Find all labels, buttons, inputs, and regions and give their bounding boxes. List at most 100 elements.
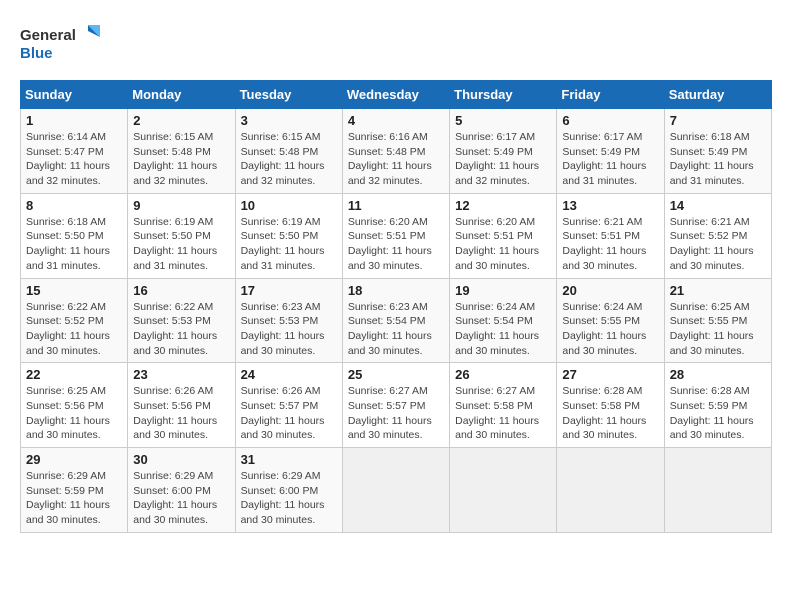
header-wednesday: Wednesday — [342, 81, 449, 109]
day-info: Sunrise: 6:27 AM Sunset: 5:57 PM Dayligh… — [348, 384, 444, 443]
day-info: Sunrise: 6:29 AM Sunset: 5:59 PM Dayligh… — [26, 469, 122, 528]
calendar-cell: 20Sunrise: 6:24 AM Sunset: 5:55 PM Dayli… — [557, 278, 664, 363]
day-number: 6 — [562, 113, 658, 128]
calendar-cell: 24Sunrise: 6:26 AM Sunset: 5:57 PM Dayli… — [235, 363, 342, 448]
day-info: Sunrise: 6:22 AM Sunset: 5:53 PM Dayligh… — [133, 300, 229, 359]
calendar-cell: 5 Sunrise: 6:17 AM Sunset: 5:49 PM Daylig… — [450, 109, 557, 194]
day-number: 13 — [562, 198, 658, 213]
day-number: 20 — [562, 283, 658, 298]
day-info: Sunrise: 6:16 AM Sunset: 5:48 PM Dayligh… — [348, 130, 444, 189]
calendar-cell: 12 Sunrise: 6:20 AM Sunset: 5:51 PM Dayli… — [450, 193, 557, 278]
day-info: Sunrise: 6:20 AM Sunset: 5:51 PM Dayligh… — [455, 215, 551, 274]
day-info: Sunrise: 6:18 AM Sunset: 5:50 PM Dayligh… — [26, 215, 122, 274]
day-info: Sunrise: 6:29 AM Sunset: 6:00 PM Dayligh… — [241, 469, 337, 528]
calendar-cell: 7 Sunrise: 6:18 AM Sunset: 5:49 PM Daylig… — [664, 109, 771, 194]
day-info: Sunrise: 6:20 AM Sunset: 5:51 PM Dayligh… — [348, 215, 444, 274]
calendar-cell: 19 Sunrise: 6:24 AM Sunset: 5:54 PM Dayli… — [450, 278, 557, 363]
day-number: 5 — [455, 113, 551, 128]
day-info: Sunrise: 6:29 AM Sunset: 6:00 PM Dayligh… — [133, 469, 229, 528]
week-row-1: 1 Sunrise: 6:14 AM Sunset: 5:47 PM Daylig… — [21, 109, 772, 194]
header-thursday: Thursday — [450, 81, 557, 109]
calendar-cell: 18 Sunrise: 6:23 AM Sunset: 5:54 PM Dayli… — [342, 278, 449, 363]
day-number: 4 — [348, 113, 444, 128]
calendar-cell: 13 Sunrise: 6:21 AM Sunset: 5:51 PM Dayli… — [557, 193, 664, 278]
calendar-cell: 21 Sunrise: 6:25 AM Sunset: 5:55 PM Dayli… — [664, 278, 771, 363]
day-number: 12 — [455, 198, 551, 213]
day-number: 18 — [348, 283, 444, 298]
week-row-5: 29 Sunrise: 6:29 AM Sunset: 5:59 PM Dayli… — [21, 448, 772, 533]
calendar-cell: 28 Sunrise: 6:28 AM Sunset: 5:59 PM Dayli… — [664, 363, 771, 448]
day-number: 28 — [670, 367, 766, 382]
day-number: 26 — [455, 367, 551, 382]
day-info: Sunrise: 6:27 AM Sunset: 5:58 PM Dayligh… — [455, 384, 551, 443]
calendar-cell: 17 Sunrise: 6:23 AM Sunset: 5:53 PM Dayli… — [235, 278, 342, 363]
week-row-2: 8 Sunrise: 6:18 AM Sunset: 5:50 PM Daylig… — [21, 193, 772, 278]
day-info: Sunrise: 6:19 AM Sunset: 5:50 PM Dayligh… — [133, 215, 229, 274]
day-number: 1 — [26, 113, 122, 128]
calendar-cell: 23 Sunrise: 6:26 AM Sunset: 5:56 PM Dayli… — [128, 363, 235, 448]
day-info: Sunrise: 6:26 AM Sunset: 5:56 PM Dayligh… — [133, 384, 229, 443]
calendar-cell — [450, 448, 557, 533]
day-number: 27 — [562, 367, 658, 382]
calendar-cell: 2 Sunrise: 6:15 AM Sunset: 5:48 PM Daylig… — [128, 109, 235, 194]
day-number: 30 — [133, 452, 229, 467]
day-info: Sunrise: 6:21 AM Sunset: 5:51 PM Dayligh… — [562, 215, 658, 274]
day-info: Sunrise: 6:22 AM Sunset: 5:52 PM Dayligh… — [26, 300, 122, 359]
calendar-cell: 10Sunrise: 6:19 AM Sunset: 5:50 PM Dayli… — [235, 193, 342, 278]
day-info: Sunrise: 6:15 AM Sunset: 5:48 PM Dayligh… — [133, 130, 229, 189]
days-header-row: Sunday Monday Tuesday Wednesday Thursday… — [21, 81, 772, 109]
calendar-cell: 4 Sunrise: 6:16 AM Sunset: 5:48 PM Daylig… — [342, 109, 449, 194]
logo-svg: General Blue — [20, 20, 100, 70]
calendar-cell — [664, 448, 771, 533]
day-number: 22 — [26, 367, 122, 382]
day-info: Sunrise: 6:17 AM Sunset: 5:49 PM Dayligh… — [455, 130, 551, 189]
day-info: Sunrise: 6:28 AM Sunset: 5:59 PM Dayligh… — [670, 384, 766, 443]
day-number: 29 — [26, 452, 122, 467]
day-info: Sunrise: 6:23 AM Sunset: 5:54 PM Dayligh… — [348, 300, 444, 359]
calendar-cell: 25Sunrise: 6:27 AM Sunset: 5:57 PM Dayli… — [342, 363, 449, 448]
header-monday: Monday — [128, 81, 235, 109]
calendar-cell: 26 Sunrise: 6:27 AM Sunset: 5:58 PM Dayli… — [450, 363, 557, 448]
calendar-cell: 9Sunrise: 6:19 AM Sunset: 5:50 PM Daylig… — [128, 193, 235, 278]
day-info: Sunrise: 6:25 AM Sunset: 5:56 PM Dayligh… — [26, 384, 122, 443]
day-number: 24 — [241, 367, 337, 382]
day-number: 2 — [133, 113, 229, 128]
svg-text:Blue: Blue — [20, 45, 53, 62]
day-number: 23 — [133, 367, 229, 382]
header-tuesday: Tuesday — [235, 81, 342, 109]
header-sunday: Sunday — [21, 81, 128, 109]
day-info: Sunrise: 6:15 AM Sunset: 5:48 PM Dayligh… — [241, 130, 337, 189]
svg-text:General: General — [20, 27, 76, 44]
day-number: 17 — [241, 283, 337, 298]
day-number: 3 — [241, 113, 337, 128]
calendar-cell: 3 Sunrise: 6:15 AM Sunset: 5:48 PM Daylig… — [235, 109, 342, 194]
day-number: 16 — [133, 283, 229, 298]
day-number: 11 — [348, 198, 444, 213]
calendar-cell — [342, 448, 449, 533]
calendar-cell: 16 Sunrise: 6:22 AM Sunset: 5:53 PM Dayli… — [128, 278, 235, 363]
calendar-cell: 8 Sunrise: 6:18 AM Sunset: 5:50 PM Daylig… — [21, 193, 128, 278]
day-info: Sunrise: 6:28 AM Sunset: 5:58 PM Dayligh… — [562, 384, 658, 443]
header-saturday: Saturday — [664, 81, 771, 109]
day-number: 21 — [670, 283, 766, 298]
page-header: General Blue — [20, 20, 772, 70]
day-number: 10 — [241, 198, 337, 213]
day-info: Sunrise: 6:23 AM Sunset: 5:53 PM Dayligh… — [241, 300, 337, 359]
day-info: Sunrise: 6:14 AM Sunset: 5:47 PM Dayligh… — [26, 130, 122, 189]
week-row-3: 15Sunrise: 6:22 AM Sunset: 5:52 PM Dayli… — [21, 278, 772, 363]
calendar-cell: 11 Sunrise: 6:20 AM Sunset: 5:51 PM Dayli… — [342, 193, 449, 278]
calendar-cell: 29 Sunrise: 6:29 AM Sunset: 5:59 PM Dayli… — [21, 448, 128, 533]
day-number: 7 — [670, 113, 766, 128]
day-info: Sunrise: 6:25 AM Sunset: 5:55 PM Dayligh… — [670, 300, 766, 359]
day-number: 19 — [455, 283, 551, 298]
week-row-4: 22 Sunrise: 6:25 AM Sunset: 5:56 PM Dayli… — [21, 363, 772, 448]
day-info: Sunrise: 6:18 AM Sunset: 5:49 PM Dayligh… — [670, 130, 766, 189]
calendar-cell: 14Sunrise: 6:21 AM Sunset: 5:52 PM Dayli… — [664, 193, 771, 278]
calendar-cell: 6Sunrise: 6:17 AM Sunset: 5:49 PM Daylig… — [557, 109, 664, 194]
calendar-cell: 30 Sunrise: 6:29 AM Sunset: 6:00 PM Dayli… — [128, 448, 235, 533]
calendar-cell — [557, 448, 664, 533]
calendar-cell: 27 Sunrise: 6:28 AM Sunset: 5:58 PM Dayli… — [557, 363, 664, 448]
day-number: 14 — [670, 198, 766, 213]
day-info: Sunrise: 6:24 AM Sunset: 5:54 PM Dayligh… — [455, 300, 551, 359]
day-number: 8 — [26, 198, 122, 213]
